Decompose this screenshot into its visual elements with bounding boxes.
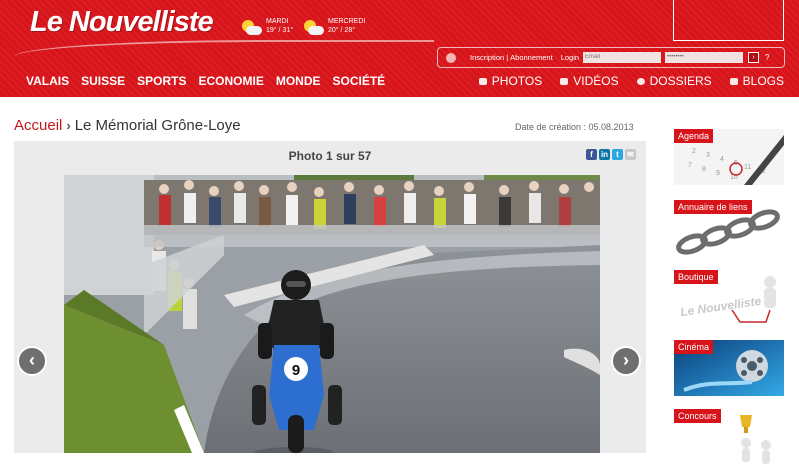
nav-item-economie[interactable]: ECONOMIE [198,74,263,88]
nav-label: BLOGS [742,74,784,88]
photo-counter: Photo 1 sur 57 [288,149,372,163]
promo-tag: Boutique [674,270,718,284]
promo-concours[interactable]: Concours [674,409,784,465]
login-label: Login [560,53,580,62]
nav-label: DOSSIERS [649,74,712,88]
breadcrumb: Accueil › Le Mémorial Grône-Loye [14,117,241,134]
share-buttons: f in t ✉ [584,149,636,160]
weather-tomorrow[interactable]: MERCREDI 20° / 28° [302,17,365,38]
rider-number: 9 [292,362,300,379]
svg-text:11: 11 [744,164,751,171]
site-logo[interactable]: Le Nouvelliste [30,6,214,39]
creation-date: Date de création : 05.08.2013 [515,122,634,132]
help-link[interactable]: ? [765,53,769,62]
speech-bubble-icon [729,77,738,85]
nav-item-monde[interactable]: MONDE [276,74,321,88]
login-bar: Inscription | Abonnement Login › ? [437,47,785,68]
twitter-icon[interactable]: t [612,149,623,160]
promo-annuaire[interactable]: Annuaire de liens [674,200,784,256]
abonnement-link[interactable]: Abonnement [510,53,553,62]
svg-text:9: 9 [716,170,720,177]
email-field[interactable] [583,52,662,63]
page-title: Le Mémorial Grône-Loye [74,117,241,134]
ad-box[interactable] [673,0,784,41]
sun-cloud-icon [240,20,262,38]
motorcycle-race-photo: 9 [64,175,600,453]
nav-label: VIDÉOS [573,74,619,88]
weather-today[interactable]: MARDI 19° / 31° [240,17,293,38]
main-nav: VALAIS SUISSE SPORTS ECONOMIE MONDE SOCI… [26,74,397,88]
camera-icon [478,77,487,85]
svg-text:2: 2 [692,148,696,155]
site-header: Le Nouvelliste MARDI 19° / 31° MERCREDI … [0,0,799,97]
nav-item-blogs[interactable]: BLOGS [729,74,784,88]
svg-text:4: 4 [720,156,724,163]
eye-icon [636,77,645,85]
nav-item-valais[interactable]: VALAIS [26,74,69,88]
user-icon [446,52,456,63]
promo-tag: Agenda [674,129,714,143]
nav-item-societe[interactable]: SOCIÉTÉ [333,74,386,88]
email-icon[interactable]: ✉ [625,149,636,160]
promo-tag: Annuaire de liens [674,200,752,214]
nav-item-photos[interactable]: PHOTOS [478,74,543,88]
next-photo-button[interactable]: › [611,346,641,376]
nav-item-suisse[interactable]: SUISSE [81,74,125,88]
svg-text:3: 3 [706,152,710,159]
password-field[interactable] [665,52,744,63]
login-separator: | [506,53,509,62]
promo-boutique[interactable]: Le Nouvelliste Boutique [674,270,784,326]
nav-item-dossiers[interactable]: DOSSIERS [636,74,712,88]
previous-photo-button[interactable]: ‹ [17,346,47,376]
inscription-link[interactable]: Inscription [470,53,504,62]
gallery-photo[interactable]: 9 [64,175,600,453]
breadcrumb-home[interactable]: Accueil [14,117,62,134]
logo-swoosh [14,40,434,68]
promo-tag: Concours [674,409,721,423]
promo-cinema[interactable]: Cinéma [674,340,784,396]
nav-label: PHOTOS [491,74,543,88]
photo-gallery: Photo 1 sur 57 f in t ✉ 9 ‹ › [14,141,646,453]
svg-text:7: 7 [688,162,692,169]
linkedin-icon[interactable]: in [599,149,610,160]
chevron-right-icon: › [66,118,71,133]
promo-agenda[interactable]: 2345 78910 1112 Agenda [674,129,784,185]
promo-tag: Cinéma [674,340,714,354]
weather-day: MARDI [266,18,289,25]
media-nav: PHOTOS VIDÉOS DOSSIERS BLOGS [461,74,784,88]
weather-temp: 20° / 28° [328,27,356,34]
video-icon [560,77,569,85]
weather-day: MERCREDI [328,18,366,25]
svg-text:8: 8 [702,166,706,173]
login-submit-button[interactable]: › [748,52,760,63]
facebook-icon[interactable]: f [586,149,597,160]
sun-cloud-icon [302,20,324,38]
nav-item-sports[interactable]: SPORTS [137,74,186,88]
weather-temp: 19° / 31° [266,27,294,34]
nav-item-videos[interactable]: VIDÉOS [560,74,619,88]
